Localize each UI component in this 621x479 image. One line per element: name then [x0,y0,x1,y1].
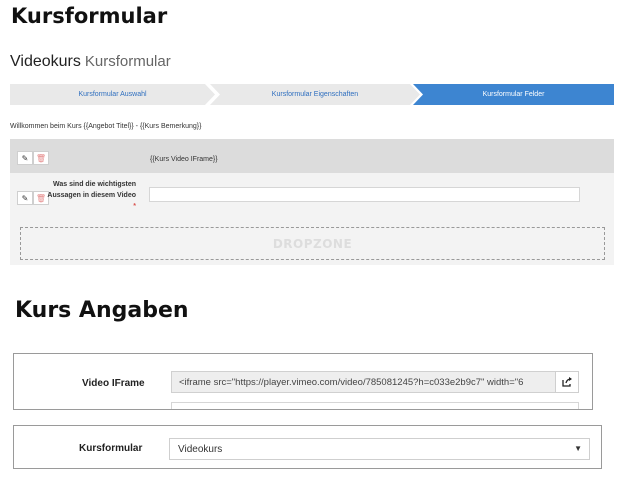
kursformular-label: Kursformular [79,443,143,454]
page-title-sub: Kursformular [84,53,171,70]
form-builder: ✎ 🗑 {{Kurs Video IFrame}} ✎ 🗑 Was sind d… [10,139,614,265]
caret-down-icon: ▼ [574,444,582,453]
video-iframe-input[interactable]: <iframe src="https://player.vimeo.com/vi… [171,371,556,393]
dropzone[interactable]: DROPZONE [20,227,605,260]
required-marker: * [133,203,136,210]
question-input[interactable] [149,187,580,202]
kursformular-panel: Kursformular Videokurs ▼ [13,425,602,469]
wizard-steps: Kursformular Auswahl Kursformular Eigens… [10,84,614,105]
kursformular-selected-value: Videokurs [178,444,223,455]
question-label: Was sind die wichtigsten Aussagen in die… [44,179,136,212]
wizard-step-auswahl[interactable]: Kursformular Auswahl [10,84,215,105]
page-title-main: Videokurs [10,53,81,70]
question-label-text: Was sind die wichtigsten Aussagen in die… [47,181,136,199]
video-iframe-panel: Video IFrame <iframe src="https://player… [13,353,593,410]
trash-icon[interactable]: 🗑 [33,151,49,165]
section-title-kurs-angaben: Kurs Angaben [15,298,189,323]
pencil-icon[interactable]: ✎ [17,191,33,205]
secondary-input[interactable] [171,402,579,409]
wizard-step-felder[interactable]: Kursformular Felder [413,84,614,105]
form-field-row: ✎ 🗑 {{Kurs Video IFrame}} [10,139,614,173]
field-tools: ✎ 🗑 [17,151,49,165]
kursformular-select[interactable]: Videokurs ▼ [169,438,590,460]
share-icon[interactable] [555,371,579,393]
pencil-icon[interactable]: ✎ [17,151,33,165]
field-placeholder-text: {{Kurs Video IFrame}} [150,156,218,163]
section-title-kursformular: Kursformular [11,4,168,28]
welcome-text: Willkommen beim Kurs {{Angebot Titel}} -… [10,123,202,130]
video-iframe-label: Video IFrame [82,378,145,389]
wizard-step-eigenschaften[interactable]: Kursformular Eigenschaften [210,84,420,105]
page-title: Videokurs Kursformular [10,53,171,71]
